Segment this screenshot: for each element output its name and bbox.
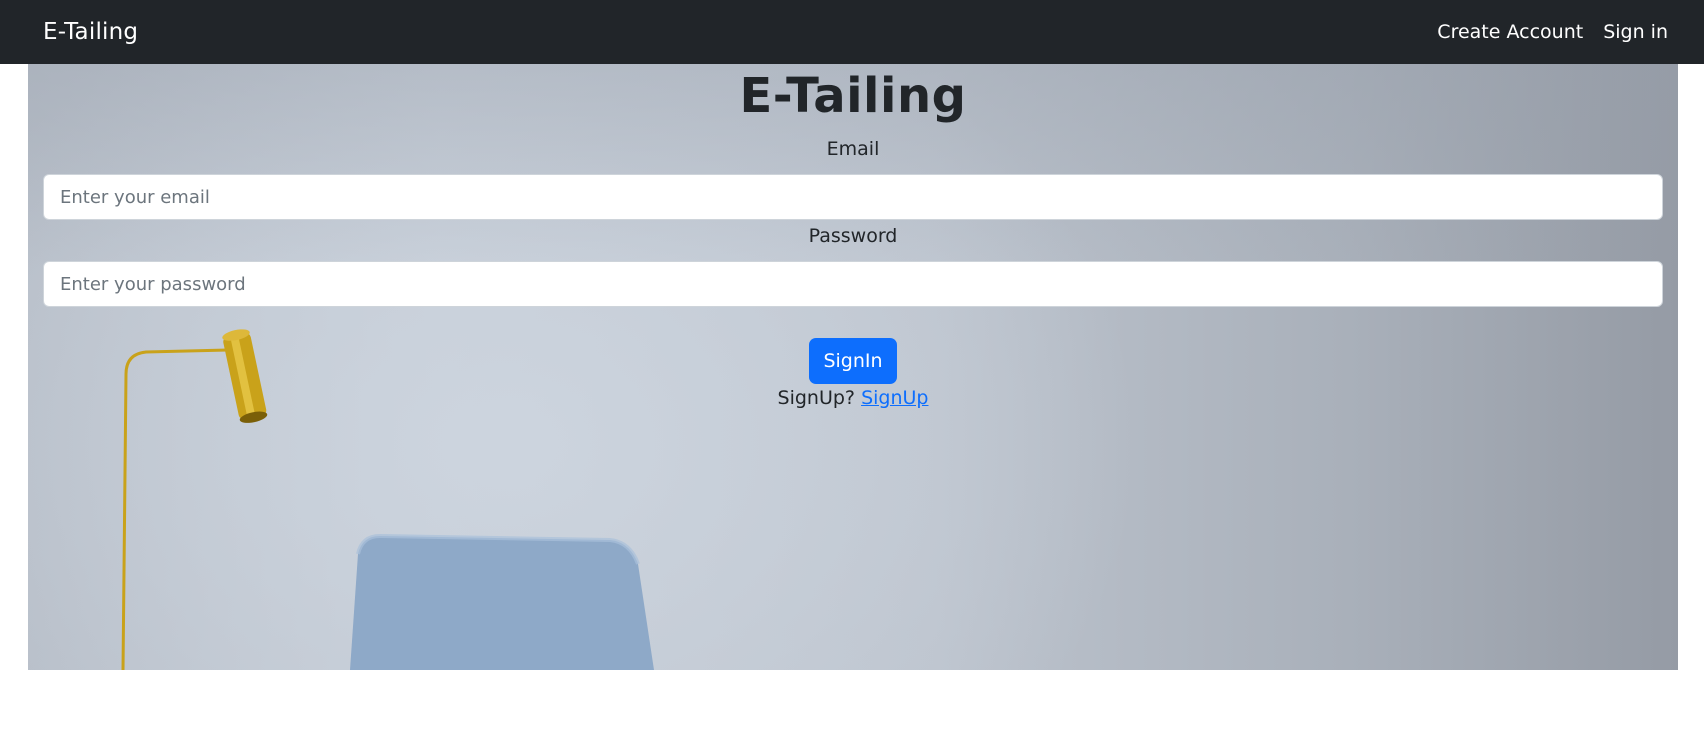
chair-graphic — [350, 533, 654, 670]
password-label: Password — [808, 225, 898, 247]
signup-link[interactable]: SignUp — [861, 387, 928, 409]
signup-prompt-line: SignUp? SignUp — [28, 387, 1678, 409]
floor-lamp-graphic — [121, 329, 268, 670]
top-navbar: E-Tailing Create Account Sign in — [0, 0, 1704, 64]
nav-create-account-link[interactable]: Create Account — [1437, 21, 1583, 43]
signup-prompt-text: SignUp? — [777, 387, 856, 409]
nav-links: Create Account Sign in — [1437, 21, 1668, 43]
password-field[interactable] — [43, 261, 1663, 307]
signin-button[interactable]: SignIn — [809, 338, 897, 384]
page-title: E-Tailing — [739, 68, 967, 124]
email-field[interactable] — [43, 174, 1663, 220]
nav-sign-in-link[interactable]: Sign in — [1603, 21, 1668, 43]
brand-link[interactable]: E-Tailing — [43, 19, 138, 45]
email-label: Email — [826, 138, 880, 160]
